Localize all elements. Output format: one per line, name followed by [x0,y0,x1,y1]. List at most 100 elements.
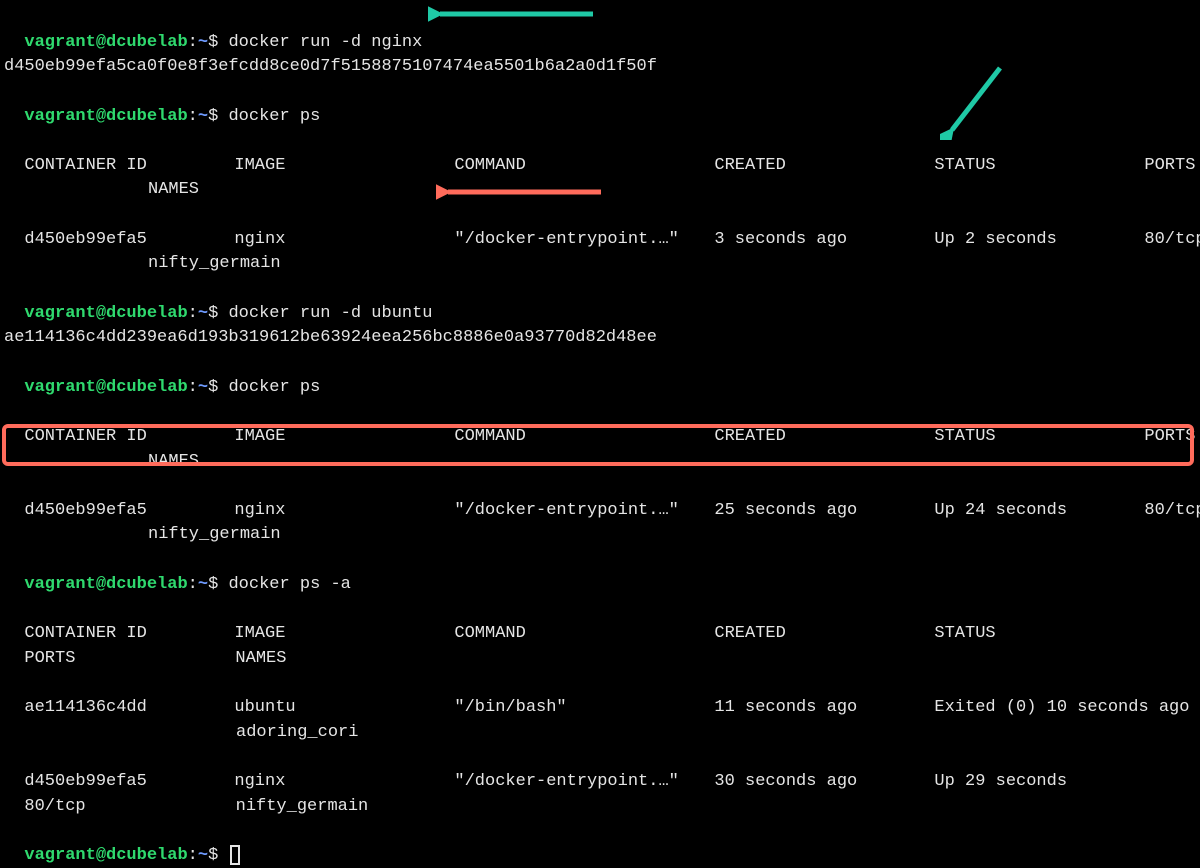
prompt-user: vagrant [24,846,95,865]
terminal-line[interactable]: vagrant@dcubelab:~$ docker run -d ubuntu [4,277,1196,326]
cell-command: "/docker-entrypoint.…" [454,228,714,253]
terminal-line[interactable]: vagrant@dcubelab:~$ [4,819,1196,868]
table-row-wrap: nifty_germain [4,523,1196,548]
cell-status: Exited (0) 10 seconds ago [934,696,1189,721]
col-image: IMAGE [234,622,454,647]
cell-command: "/docker-entrypoint.…" [454,770,714,795]
prompt-dollar: $ [208,107,218,126]
prompt-user: vagrant [24,33,95,52]
col-ports: PORTS [1144,154,1200,179]
terminal-line[interactable]: vagrant@dcubelab:~$ docker ps [4,80,1196,129]
prompt-colon: : [188,107,198,126]
col-names: NAMES [148,452,199,471]
col-created: CREATED [714,154,934,179]
cell-ports-wrap: 80/tcp [4,797,86,816]
cell-status: Up 24 seconds [934,499,1144,524]
col-created: CREATED [714,425,934,450]
cell-created: 3 seconds ago [714,228,934,253]
table-row-wrap: adoring_cori [4,721,1196,746]
col-id: CONTAINER ID [24,622,234,647]
cell-id: ae114136c4dd [24,696,234,721]
table-header: CONTAINER IDIMAGECOMMANDCREATEDSTATUSPOR… [4,129,1196,178]
col-id: CONTAINER ID [24,154,234,179]
prompt-user: vagrant [24,304,95,323]
col-command: COMMAND [454,425,714,450]
prompt-user: vagrant [24,107,95,126]
prompt-colon: : [188,846,198,865]
table-row: d450eb99efa5nginx"/docker-entrypoint.…"3… [4,745,1196,794]
cell-image: ubuntu [234,696,454,721]
prompt-at: @ [96,378,106,397]
cell-command: "/docker-entrypoint.…" [454,499,714,524]
prompt-colon: : [188,378,198,397]
prompt-dollar: $ [208,846,218,865]
col-command: COMMAND [454,154,714,179]
prompt-user: vagrant [24,378,95,397]
cell-created: 30 seconds ago [714,770,934,795]
table-header: CONTAINER IDIMAGECOMMANDCREATEDSTATUSPOR… [4,400,1196,449]
table-header: CONTAINER IDIMAGECOMMANDCREATEDSTATUS [4,597,1196,646]
prompt-path: ~ [198,846,208,865]
col-ports: PORTS [1144,425,1200,450]
terminal-line[interactable]: vagrant@dcubelab:~$ docker ps -a [4,548,1196,597]
cell-id: d450eb99efa5 [24,228,234,253]
prompt-at: @ [96,575,106,594]
cell-ports: 80/tcp [1144,228,1200,253]
prompt-host: dcubelab [106,107,188,126]
col-status: STATUS [934,154,1144,179]
cell-name: nifty_germain [236,797,369,816]
terminal-line[interactable]: vagrant@dcubelab:~$ docker ps [4,351,1196,400]
cell-created: 11 seconds ago [714,696,934,721]
prompt-dollar: $ [208,33,218,52]
prompt-at: @ [96,304,106,323]
prompt-host: dcubelab [106,575,188,594]
col-command: COMMAND [454,622,714,647]
cell-created: 25 seconds ago [714,499,934,524]
output-hash: ae114136c4dd239ea6d193b319612be63924eea2… [4,326,1196,351]
prompt-host: dcubelab [106,378,188,397]
cursor-icon [230,845,240,865]
prompt-dollar: $ [208,378,218,397]
prompt-path: ~ [198,33,208,52]
cell-image: nginx [234,499,454,524]
command-text: docker ps [228,107,320,126]
command-text: docker ps [228,378,320,397]
prompt-at: @ [96,33,106,52]
table-row-wrap: nifty_germain [4,252,1196,277]
prompt-colon: : [188,33,198,52]
table-header-wrap: PORTS NAMES [4,647,1196,672]
table-row: ae114136c4ddubuntu"/bin/bash"11 seconds … [4,671,1196,720]
table-header-wrap: NAMES [4,178,1196,203]
col-status: STATUS [934,622,1144,647]
col-id: CONTAINER ID [24,425,234,450]
col-status: STATUS [934,425,1144,450]
prompt-path: ~ [198,107,208,126]
prompt-path: ~ [198,378,208,397]
terminal-line[interactable]: vagrant@dcubelab:~$ docker run -d nginx [4,6,1196,55]
command-text: docker run -d nginx [228,33,422,52]
prompt-dollar: $ [208,304,218,323]
prompt-colon: : [188,575,198,594]
col-names-wrap: NAMES [235,649,286,668]
prompt-host: dcubelab [106,304,188,323]
prompt-colon: : [188,304,198,323]
col-ports-wrap: PORTS [4,649,75,668]
cell-name: adoring_cori [236,723,358,742]
cell-name: nifty_germain [148,254,281,273]
table-row: d450eb99efa5nginx"/docker-entrypoint.…"3… [4,203,1196,252]
table-header-wrap: NAMES [4,450,1196,475]
col-names: NAMES [148,180,199,199]
output-hash: d450eb99efa5ca0f0e8f3efcdd8ce0d7f5158875… [4,55,1196,80]
prompt-at: @ [96,846,106,865]
command-text: docker ps -a [228,575,350,594]
prompt-at: @ [96,107,106,126]
table-row: d450eb99efa5nginx"/docker-entrypoint.…"2… [4,474,1196,523]
prompt-path: ~ [198,304,208,323]
prompt-user: vagrant [24,575,95,594]
command-text: docker run -d ubuntu [228,304,432,323]
cell-status: Up 2 seconds [934,228,1144,253]
col-created: CREATED [714,622,934,647]
prompt-dollar: $ [208,575,218,594]
cell-status: Up 29 seconds [934,770,1067,795]
cell-command: "/bin/bash" [454,696,714,721]
